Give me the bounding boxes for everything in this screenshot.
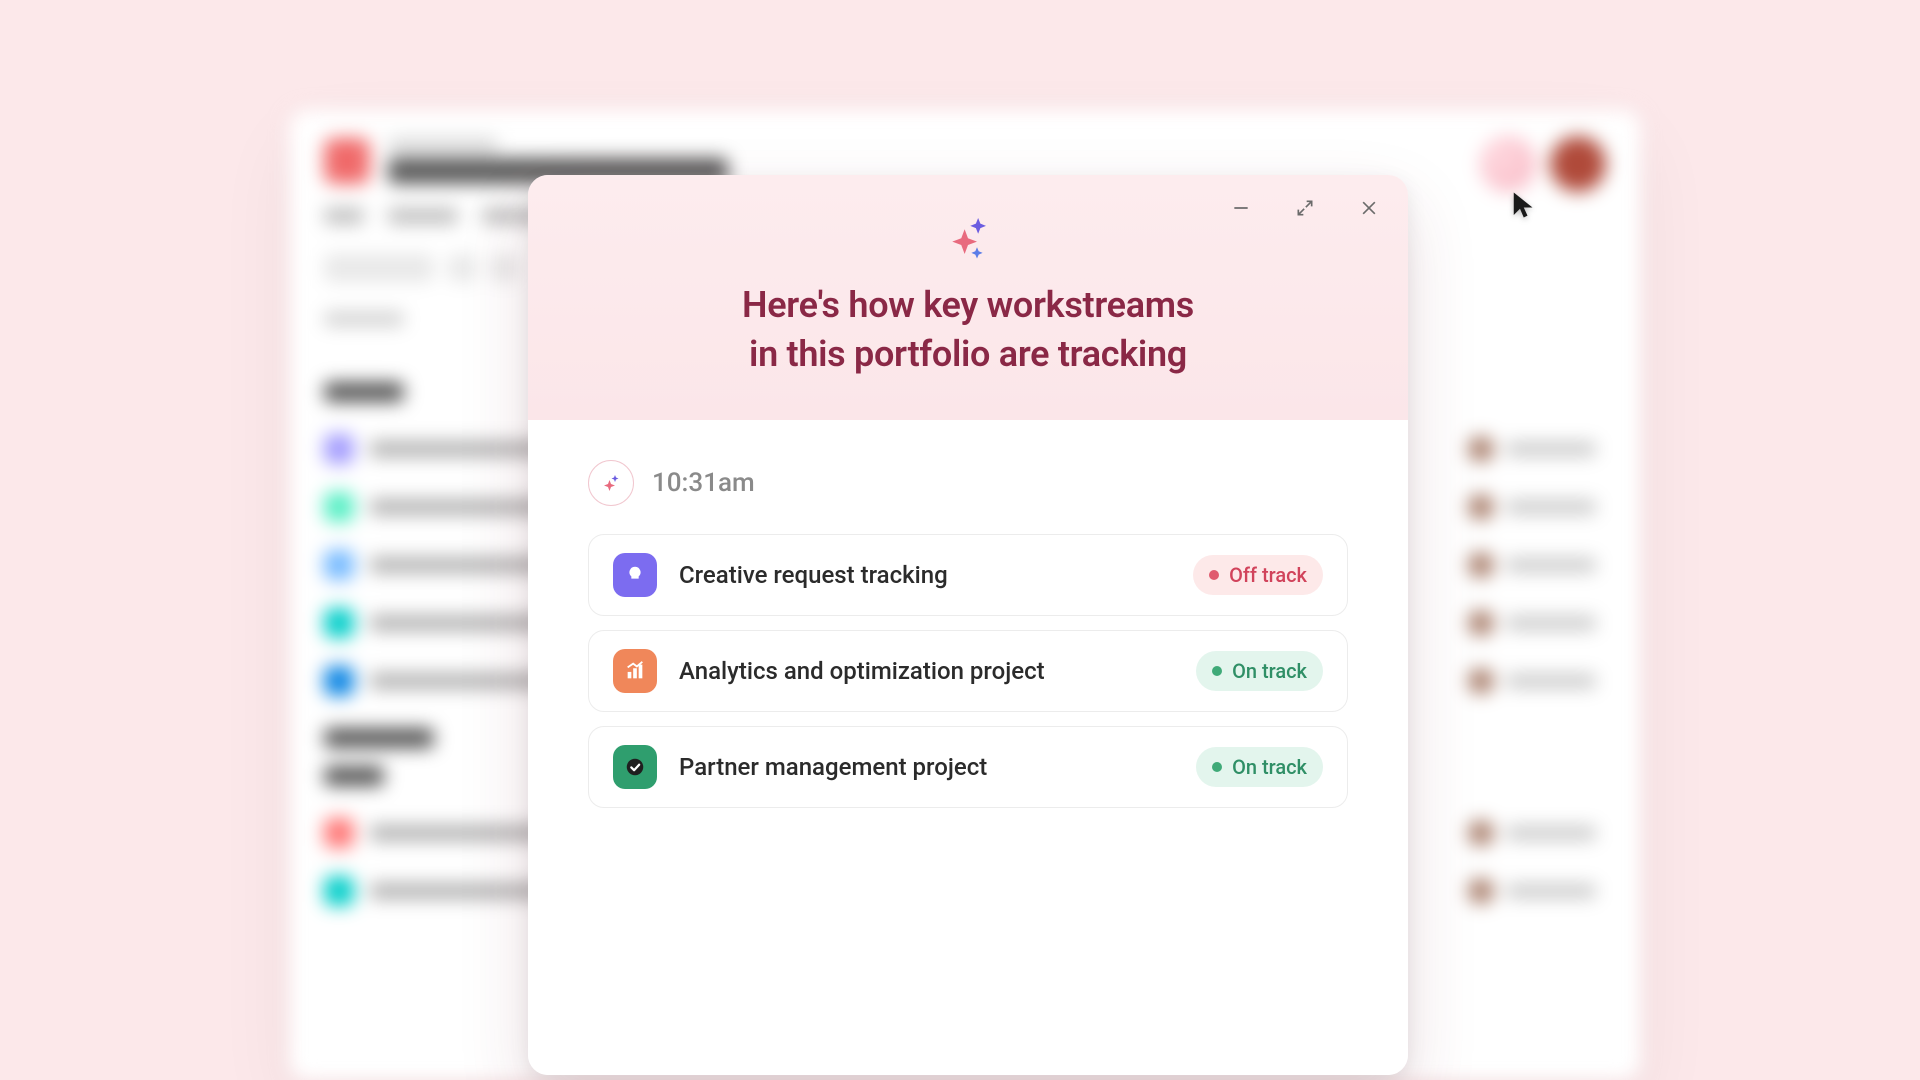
assignee-avatar	[1468, 552, 1494, 578]
workstream-card[interactable]: Partner management project On track	[588, 726, 1348, 808]
status-dot-icon	[1212, 762, 1222, 772]
section-label-medium	[324, 728, 434, 748]
assignee-avatar	[1468, 878, 1494, 904]
workstream-name: Analytics and optimization project	[679, 657, 1174, 685]
status-badge-on-track: On track	[1196, 651, 1323, 691]
status-label: On track	[1232, 659, 1307, 683]
assignee-avatar	[1468, 436, 1494, 462]
close-button[interactable]	[1352, 193, 1386, 227]
expand-icon	[1295, 198, 1315, 222]
assignee-avatar	[1468, 494, 1494, 520]
lightbulb-icon	[613, 553, 657, 597]
workstream-card[interactable]: Analytics and optimization project On tr…	[588, 630, 1348, 712]
assignee-avatar	[1468, 820, 1494, 846]
panel-title: Here's how key workstreams in this portf…	[552, 281, 1384, 378]
assignee-avatar	[1468, 610, 1494, 636]
tab-list	[324, 208, 364, 224]
avatar	[1550, 136, 1606, 192]
panel-body: 10:31am Creative request tracking Off tr…	[528, 420, 1408, 1075]
status-label: On track	[1232, 755, 1307, 779]
status-badge-off-track: Off track	[1193, 555, 1323, 595]
workstream-list: Creative request tracking Off track Anal…	[588, 534, 1348, 808]
breadcrumb	[388, 138, 498, 152]
check-icon	[613, 745, 657, 789]
status-dot-icon	[1209, 570, 1219, 580]
timestamp-label: 10:31am	[652, 468, 755, 498]
close-icon	[1359, 198, 1379, 222]
minimize-icon	[1231, 198, 1251, 222]
project-icon	[324, 818, 354, 848]
panel-header: Here's how key workstreams in this portf…	[528, 175, 1408, 420]
status-label: Off track	[1229, 563, 1307, 587]
project-icon	[324, 550, 354, 580]
project-icon	[324, 876, 354, 906]
section-label-high	[324, 382, 404, 402]
assignee-avatar	[1468, 668, 1494, 694]
minimize-button[interactable]	[1224, 193, 1258, 227]
column-header-name	[324, 312, 404, 326]
toolbar-filter-button	[490, 254, 518, 282]
expand-button[interactable]	[1288, 193, 1322, 227]
project-icon	[324, 492, 354, 522]
ai-summary-panel: Here's how key workstreams in this portf…	[528, 175, 1408, 1075]
ai-orb-icon	[1480, 136, 1536, 192]
project-icon	[324, 434, 354, 464]
workstream-name: Partner management project	[679, 753, 1174, 781]
project-icon	[324, 666, 354, 696]
tab-timeline	[388, 208, 458, 224]
workstream-card[interactable]: Creative request tracking Off track	[588, 534, 1348, 616]
status-dot-icon	[1212, 666, 1222, 676]
status-badge-on-track: On track	[1196, 747, 1323, 787]
workstream-name: Creative request tracking	[679, 561, 1171, 589]
add-work-button	[324, 254, 434, 282]
toolbar-more-button	[448, 254, 476, 282]
portfolio-folder-icon	[324, 138, 370, 184]
section-label-low	[324, 766, 384, 786]
project-icon	[324, 608, 354, 638]
chart-icon	[613, 649, 657, 693]
sparkle-badge-icon	[588, 460, 634, 506]
